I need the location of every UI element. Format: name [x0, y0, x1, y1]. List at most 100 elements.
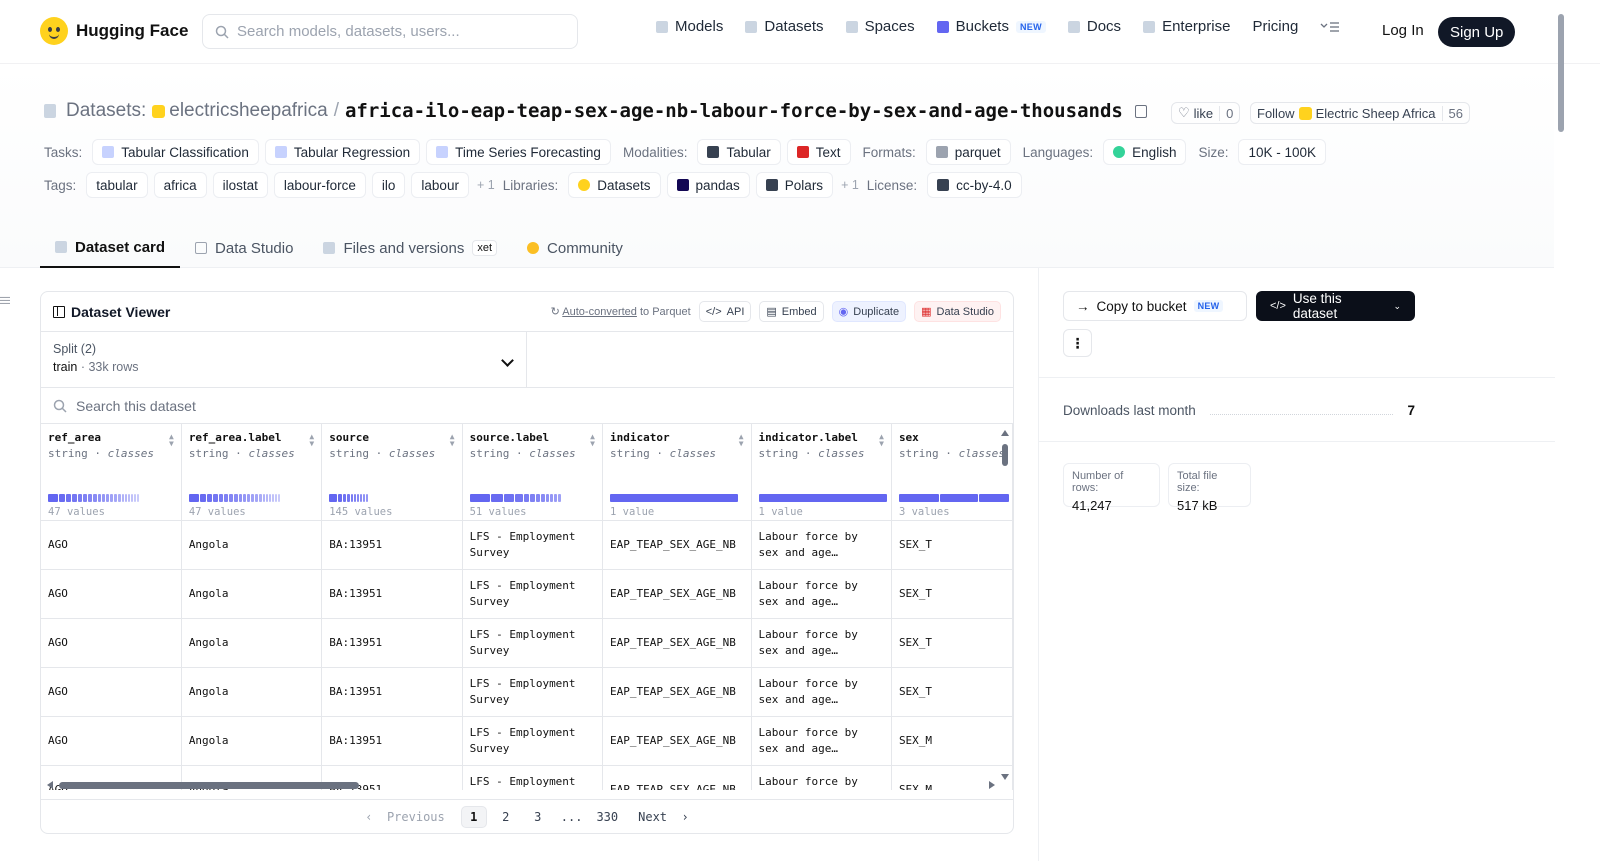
- like-button[interactable]: ♡ like 0: [1171, 102, 1241, 124]
- table-cell[interactable]: BA:13951: [321, 716, 463, 766]
- dataset-name[interactable]: africa-ilo-eap-teap-sex-age-nb-labour-fo…: [345, 100, 1123, 122]
- page-scrollbar[interactable]: [1556, 0, 1568, 861]
- histogram-bar[interactable]: [131, 493, 133, 502]
- split-select[interactable]: Split (2) train · 33k rows: [41, 332, 527, 387]
- histogram-bar[interactable]: [83, 493, 87, 502]
- table-cell[interactable]: LFS - Employment Survey: [462, 667, 603, 717]
- table-row[interactable]: AGO Angola BA:13951 LFS - Employment Survey…: [41, 569, 1013, 619]
- scroll-down-icon[interactable]: [1001, 774, 1009, 780]
- logo[interactable]: Hugging Face: [40, 17, 188, 45]
- histogram-bar[interactable]: [503, 493, 514, 502]
- histogram-bar[interactable]: [223, 493, 228, 502]
- tag-item[interactable]: ilostat: [212, 172, 268, 198]
- histogram-bar[interactable]: [122, 493, 124, 502]
- table-cell[interactable]: Angola: [181, 520, 323, 570]
- table-cell[interactable]: Labour force by sex and age…: [751, 618, 892, 668]
- column-histogram[interactable]: [329, 493, 369, 502]
- column-histogram[interactable]: [758, 493, 887, 502]
- datasets-prefix[interactable]: Datasets:: [66, 100, 146, 122]
- sort-icon[interactable]: ▲ ▼: [590, 433, 595, 448]
- histogram-bar[interactable]: [557, 493, 561, 502]
- tag-item[interactable]: tabular: [86, 172, 148, 198]
- copy-to-bucket-button[interactable]: → Copy to bucket NEW: [1063, 291, 1247, 321]
- column-histogram[interactable]: [609, 493, 738, 502]
- table-row[interactable]: AGO Angola BA:13951 LFS - Employment Survey…: [41, 667, 1013, 717]
- table-cell[interactable]: SEX_T: [891, 618, 1013, 668]
- column-header[interactable]: indicator.label string · classes ▲ ▼ 1 value: [751, 424, 892, 521]
- dataset-search-input[interactable]: [76, 397, 476, 414]
- tab-dataset-card[interactable]: Dataset card: [40, 228, 181, 268]
- histogram-bar[interactable]: [329, 493, 338, 502]
- histogram-bar[interactable]: [549, 493, 553, 502]
- table-cell[interactable]: Labour force by sex and age…: [751, 520, 892, 570]
- login-link[interactable]: Log In: [1382, 22, 1424, 39]
- scroll-up-icon[interactable]: [1001, 430, 1009, 436]
- column-header[interactable]: ref_area string · classes ▲ ▼ 47 values: [41, 424, 182, 521]
- table-cell[interactable]: BA:13951: [321, 667, 463, 717]
- page-2[interactable]: 2: [493, 806, 519, 828]
- column-header[interactable]: source string · classes ▲ ▼ 145 values: [321, 424, 463, 521]
- page-last[interactable]: 330: [592, 806, 622, 828]
- histogram-bar[interactable]: [102, 493, 105, 502]
- table-cell[interactable]: BA:13951: [321, 569, 463, 619]
- histogram-bar[interactable]: [262, 493, 265, 502]
- horizontal-scrollbar[interactable]: [47, 780, 995, 790]
- format-tag[interactable]: parquet: [925, 139, 1011, 165]
- histogram-bar[interactable]: [93, 493, 97, 502]
- nav-pricing[interactable]: Pricing: [1252, 18, 1298, 35]
- table-cell[interactable]: Labour force by sex and age…: [751, 667, 892, 717]
- column-header[interactable]: ref_area.label string · classes ▲ ▼ 47 value…: [181, 424, 323, 521]
- histogram-bar[interactable]: [125, 493, 127, 502]
- table-cell[interactable]: SEX_T: [891, 520, 1013, 570]
- table-cell[interactable]: EAP_TEAP_SEX_AGE_NB: [602, 716, 752, 766]
- table-cell[interactable]: AGO: [41, 520, 182, 570]
- sort-icon[interactable]: ▲ ▼: [879, 433, 884, 448]
- histogram-bar[interactable]: [118, 493, 121, 502]
- size-tag[interactable]: 10K - 100K: [1238, 139, 1327, 165]
- histogram-bar[interactable]: [553, 493, 557, 502]
- column-histogram[interactable]: [898, 493, 1009, 502]
- histogram-bar[interactable]: [114, 493, 117, 502]
- histogram-bar[interactable]: [609, 493, 738, 502]
- table-cell[interactable]: AGO: [41, 667, 182, 717]
- table-cell[interactable]: EAP_TEAP_SEX_AGE_NB: [602, 569, 752, 619]
- copy-icon[interactable]: [1134, 104, 1147, 118]
- table-cell[interactable]: AGO: [41, 569, 182, 619]
- page-1[interactable]: 1: [460, 805, 487, 828]
- tab-data-studio[interactable]: Data Studio: [180, 228, 308, 268]
- tag-item[interactable]: labour: [411, 172, 469, 198]
- histogram-bar[interactable]: [354, 493, 357, 502]
- histogram-bar[interactable]: [939, 493, 978, 502]
- histogram-bar[interactable]: [535, 493, 540, 502]
- histogram-bar[interactable]: [134, 493, 136, 502]
- table-cell[interactable]: Angola: [181, 618, 323, 668]
- sort-icon[interactable]: ▲ ▼: [309, 433, 314, 448]
- table-cell[interactable]: Labour force by sex and age…: [751, 569, 892, 619]
- histogram-bar[interactable]: [523, 493, 529, 502]
- table-cell[interactable]: Angola: [181, 569, 323, 619]
- histogram-bar[interactable]: [351, 493, 354, 502]
- libraries-more[interactable]: + 1: [841, 178, 859, 192]
- histogram-bar[interactable]: [540, 493, 545, 502]
- scroll-right-icon[interactable]: [989, 781, 995, 789]
- table-cell[interactable]: SEX_T: [891, 667, 1013, 717]
- modality-tag[interactable]: Tabular: [697, 139, 781, 165]
- histogram-bar[interactable]: [59, 493, 65, 502]
- table-cell[interactable]: LFS - Employment Survey: [462, 618, 603, 668]
- table-cell[interactable]: EAP_TEAP_SEX_AGE_NB: [602, 618, 752, 668]
- histogram-bar[interactable]: [254, 493, 258, 502]
- tag-item[interactable]: africa: [153, 172, 207, 198]
- scroll-thumb[interactable]: [1002, 444, 1008, 466]
- nav-buckets[interactable]: Buckets NEW: [936, 18, 1046, 35]
- histogram-bar[interactable]: [268, 493, 271, 502]
- table-cell[interactable]: Labour force by sex and age…: [751, 716, 892, 766]
- data-studio-button[interactable]: ▦ Data Studio: [914, 301, 1001, 322]
- histogram-bar[interactable]: [242, 493, 246, 502]
- table-cell[interactable]: Angola: [181, 716, 323, 766]
- nav-datasets[interactable]: Datasets: [745, 18, 824, 35]
- histogram-bar[interactable]: [137, 493, 139, 502]
- histogram-bar[interactable]: [110, 493, 113, 502]
- histogram-bar[interactable]: [128, 493, 130, 502]
- histogram-bar[interactable]: [360, 493, 363, 502]
- table-cell[interactable]: LFS - Employment Survey: [462, 716, 603, 766]
